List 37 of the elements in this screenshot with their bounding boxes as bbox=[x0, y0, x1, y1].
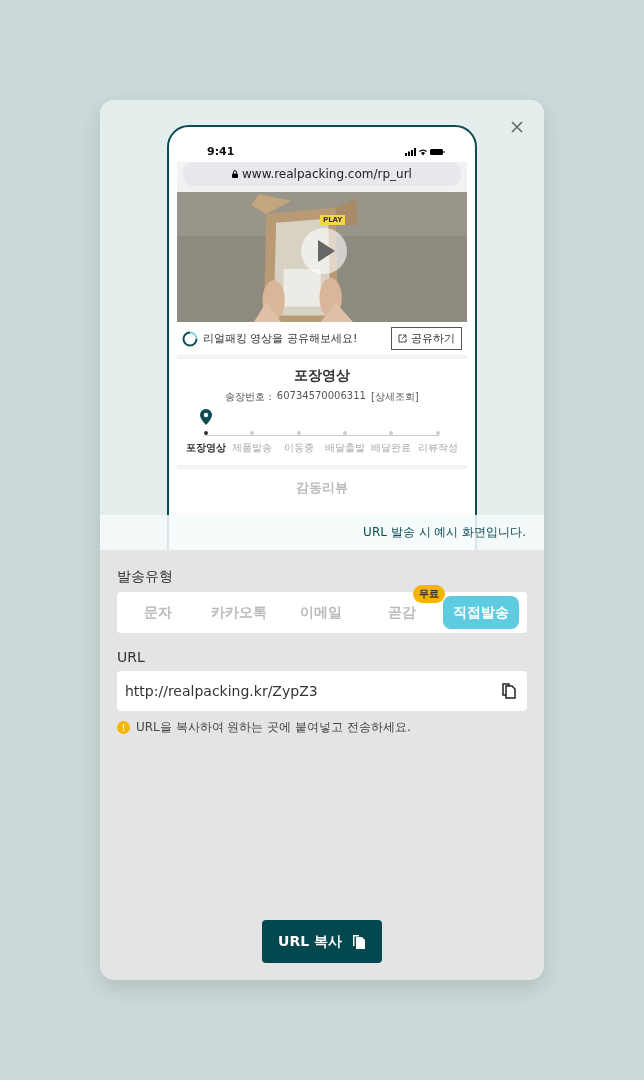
tracking-label: 송장번호 : bbox=[225, 390, 272, 404]
lock-icon bbox=[232, 170, 239, 178]
location-pin-icon bbox=[200, 409, 213, 425]
step-dot bbox=[204, 431, 209, 435]
status-time: 9:41 bbox=[207, 145, 235, 158]
step-label: 포장영상 bbox=[186, 441, 227, 455]
section-title: 감동리뷰 bbox=[296, 480, 348, 495]
free-badge: 무료 bbox=[413, 585, 445, 603]
card-title: 포장영상 bbox=[294, 367, 350, 385]
tracking-number: 60734570006311 bbox=[276, 390, 366, 403]
send-type-tab[interactable]: 카카오톡 bbox=[198, 596, 280, 629]
url-text: www.realpacking.com/rp_url bbox=[242, 167, 412, 181]
step-label: 배달출발 bbox=[325, 441, 366, 455]
send-type-tab[interactable]: 직접발송 bbox=[443, 596, 519, 629]
warning-icon bbox=[117, 721, 130, 734]
play-icon[interactable] bbox=[301, 228, 347, 274]
send-type-label: 발송유형 bbox=[117, 568, 174, 586]
close-icon[interactable] bbox=[510, 120, 524, 134]
send-type-tab[interactable]: 이메일 bbox=[280, 596, 362, 629]
copy-url-button[interactable]: URL 복사 bbox=[262, 920, 382, 963]
share-prompt: 리얼패킹 영상을 공유해보세요! bbox=[203, 331, 358, 346]
loading-ring-icon bbox=[182, 330, 198, 347]
step-label: 배달완료 bbox=[371, 441, 412, 455]
preview-caption: URL 발송 시 예시 화면입니다. bbox=[363, 524, 526, 541]
detail-link[interactable]: [상세조회] bbox=[370, 390, 419, 404]
copy-icon bbox=[351, 933, 366, 950]
send-type-tab[interactable]: 문자 bbox=[117, 596, 199, 629]
step-label: 이동중 bbox=[283, 441, 314, 455]
share-button[interactable]: 공유하기 bbox=[391, 327, 462, 350]
share-icon bbox=[398, 334, 407, 343]
step-label: 제품발송 bbox=[232, 441, 273, 455]
step-label: 리뷰작성 bbox=[417, 441, 458, 455]
url-field[interactable]: http://realpacking.kr/ZypZ3 bbox=[117, 671, 527, 711]
notice-text: URL을 복사하여 원하는 곳에 붙여넣고 전송하세요. bbox=[136, 719, 411, 736]
url-label: URL bbox=[117, 649, 146, 665]
status-icons-drawing bbox=[405, 147, 445, 156]
copy-icon[interactable] bbox=[502, 683, 516, 699]
